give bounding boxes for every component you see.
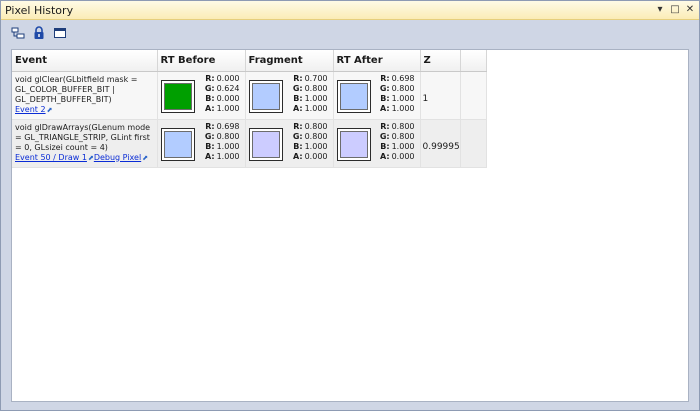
swatch-fill xyxy=(339,130,368,158)
r-value: 0.700 xyxy=(304,73,328,83)
close-icon[interactable]: ✕ xyxy=(684,3,696,16)
column-header-fragment[interactable]: Fragment xyxy=(245,50,334,72)
column-header-z[interactable]: Z xyxy=(420,50,461,72)
window-icon[interactable] xyxy=(53,26,67,40)
z-cell: 0.99995 xyxy=(420,119,461,168)
g-value: 0.800 xyxy=(391,131,415,141)
rt-before-cell: R: 0.698 G: 0.800 B: 1.000 A: 1.000 xyxy=(157,119,246,168)
external-link-icon: ⬈ xyxy=(142,153,149,162)
r-value: 0.698 xyxy=(391,73,415,83)
a-value: 1.000 xyxy=(304,104,328,114)
toolbar xyxy=(1,21,699,45)
r-value: 0.800 xyxy=(391,121,415,131)
column-header-empty xyxy=(460,50,487,72)
z-value: 0.99995 xyxy=(422,141,460,152)
b-value: 1.000 xyxy=(391,93,415,103)
maximize-icon[interactable]: □ xyxy=(669,3,681,16)
color-swatch xyxy=(248,79,283,113)
r-value: 0.800 xyxy=(304,121,328,131)
g-value: 0.800 xyxy=(304,83,328,93)
event-text: void glDrawArrays(GLenum mode = GL_TRIAN… xyxy=(15,122,151,152)
b-value: 1.000 xyxy=(304,93,328,103)
a-value: 1.000 xyxy=(391,104,415,114)
event-cell: void glClear(GLbitfield mask = GL_COLOR_… xyxy=(12,71,158,120)
swatch-fill xyxy=(163,82,192,110)
color-swatch xyxy=(336,127,371,161)
color-swatch xyxy=(160,127,195,161)
external-link-icon: ⬈ xyxy=(46,105,53,114)
table-row[interactable]: void glDrawArrays(GLenum mode = GL_TRIAN… xyxy=(12,119,487,168)
table-row[interactable]: void glClear(GLbitfield mask = GL_COLOR_… xyxy=(12,71,487,120)
empty-cell xyxy=(460,71,487,120)
lock-icon[interactable] xyxy=(32,26,46,40)
pixel-history-table: Event RT Before Fragment RT After Z void… xyxy=(12,50,487,168)
g-value: 0.800 xyxy=(304,131,328,141)
b-value: 1.000 xyxy=(304,141,328,151)
event-text: void glClear(GLbitfield mask = GL_COLOR_… xyxy=(15,74,138,104)
a-value: 0.000 xyxy=(391,152,415,162)
z-value: 1 xyxy=(422,93,429,104)
swatch-fill xyxy=(251,82,280,110)
g-value: 0.800 xyxy=(391,83,415,93)
dropdown-icon[interactable]: ▾ xyxy=(654,3,666,16)
rt-before-cell: R: 0.000 G: 0.624 B: 0.000 A: 1.000 xyxy=(157,71,246,120)
g-value: 0.624 xyxy=(216,83,240,93)
empty-cell xyxy=(460,119,487,168)
pixel-history-table-area[interactable]: Event RT Before Fragment RT After Z void… xyxy=(11,49,689,402)
color-swatch xyxy=(248,127,283,161)
color-swatch xyxy=(160,79,195,113)
a-value: 1.000 xyxy=(216,152,240,162)
b-value: 1.000 xyxy=(216,141,240,151)
event-cell: void glDrawArrays(GLenum mode = GL_TRIAN… xyxy=(12,119,158,168)
pixel-history-window: Pixel History ▾ □ ✕ Event RT Before Frag… xyxy=(0,0,700,411)
column-header-rt-before[interactable]: RT Before xyxy=(157,50,246,72)
event-link[interactable]: Event 2 xyxy=(15,105,46,114)
title-bar[interactable]: Pixel History ▾ □ ✕ xyxy=(1,1,699,20)
b-value: 0.000 xyxy=(216,93,240,103)
g-value: 0.800 xyxy=(216,131,240,141)
rt-after-cell: R: 0.698 G: 0.800 B: 1.000 A: 1.000 xyxy=(333,71,421,120)
rt-after-cell: R: 0.800 G: 0.800 B: 1.000 A: 0.000 xyxy=(333,119,421,168)
r-value: 0.000 xyxy=(216,73,240,83)
swatch-fill xyxy=(251,130,280,158)
swatch-fill xyxy=(163,130,192,158)
event-draw-link[interactable]: Event 50 / Draw 1 xyxy=(15,153,87,162)
column-header-rt-after[interactable]: RT After xyxy=(333,50,421,72)
debug-pixel-link[interactable]: Debug Pixel xyxy=(94,153,141,162)
z-cell: 1 xyxy=(420,71,461,120)
r-value: 0.698 xyxy=(216,121,240,131)
color-swatch xyxy=(336,79,371,113)
a-value: 1.000 xyxy=(216,104,240,114)
tree-view-icon[interactable] xyxy=(11,26,25,40)
window-title: Pixel History xyxy=(5,4,74,17)
fragment-cell: R: 0.700 G: 0.800 B: 1.000 A: 1.000 xyxy=(245,71,334,120)
column-header-event[interactable]: Event xyxy=(12,50,158,72)
swatch-fill xyxy=(339,82,368,110)
a-value: 0.000 xyxy=(304,152,328,162)
fragment-cell: R: 0.800 G: 0.800 B: 1.000 A: 0.000 xyxy=(245,119,334,168)
b-value: 1.000 xyxy=(391,141,415,151)
